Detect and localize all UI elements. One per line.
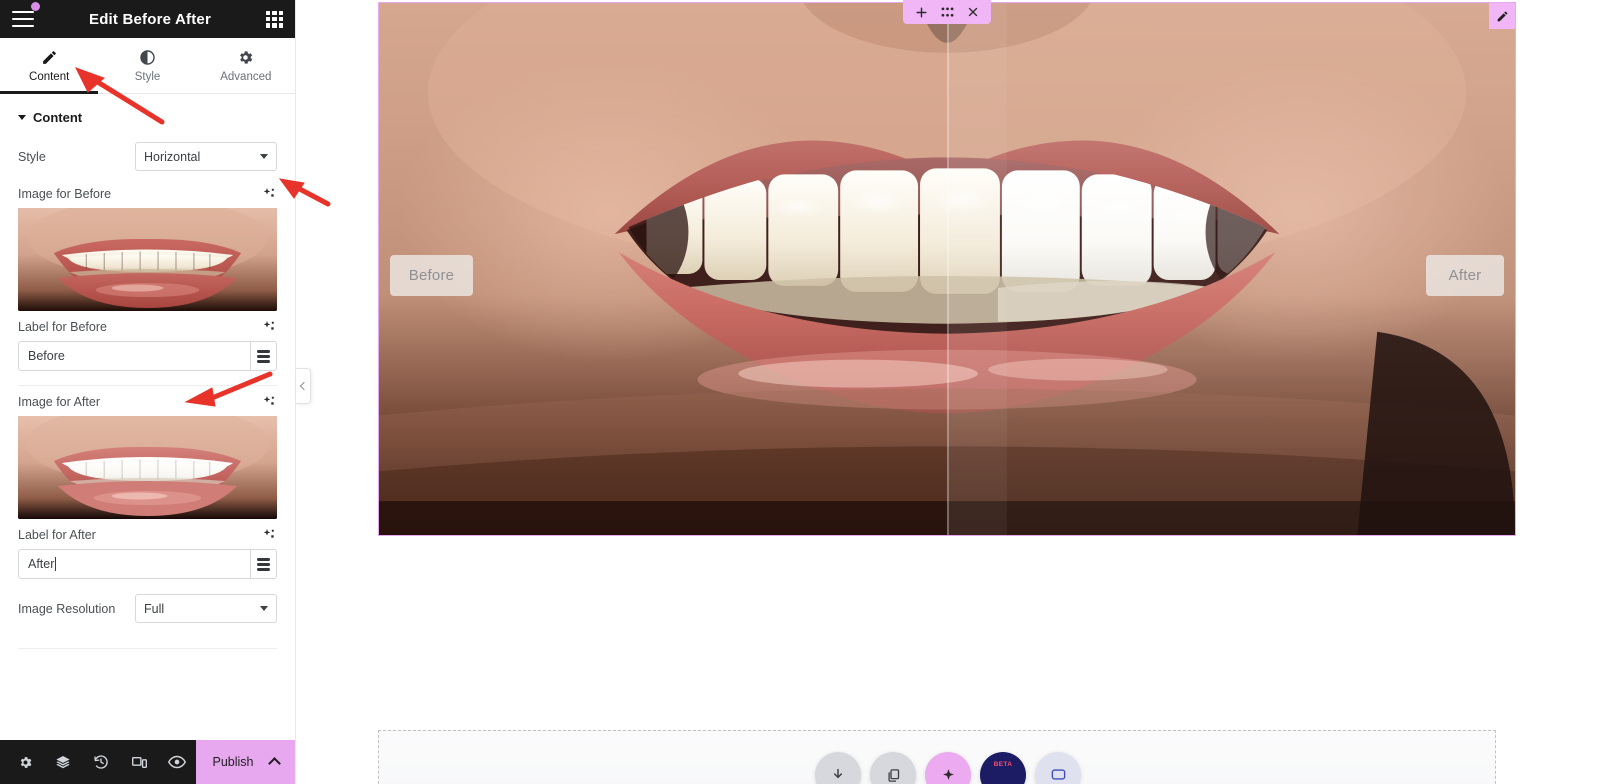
image-before-label: Image for Before	[18, 187, 112, 201]
ai-sparkle-icon[interactable]	[261, 186, 277, 202]
contrast-half-circle-icon	[139, 49, 156, 66]
download-fab[interactable]	[815, 752, 861, 784]
widget-edit-pencil-button[interactable]	[1489, 3, 1515, 29]
label-after-value: After	[28, 557, 55, 571]
image-after-header: Image for After	[0, 386, 295, 416]
ai-sparkle-icon	[942, 768, 954, 780]
footer-icon-group	[0, 740, 196, 784]
tab-content-label: Content	[29, 70, 70, 83]
control-image-resolution: Image Resolution Full	[0, 579, 295, 630]
pencil-icon	[41, 49, 58, 66]
image-resolution-select[interactable]: Full	[135, 594, 277, 623]
content-section-header[interactable]: Content	[0, 94, 295, 135]
before-after-slider-divider[interactable]	[947, 3, 949, 535]
tab-advanced[interactable]: Advanced	[197, 38, 295, 93]
field-divider	[18, 648, 277, 649]
pencil-edit-icon	[1497, 11, 1507, 21]
label-before-input[interactable]: Before	[18, 341, 250, 371]
control-style: Style Horizontal	[0, 135, 295, 178]
chevron-left-icon	[299, 381, 309, 391]
canvas-before-label-text: Before	[408, 267, 455, 284]
chevron-up-icon	[267, 757, 281, 770]
panel-title: Edit Before After	[88, 10, 212, 28]
editor-panel: Edit Before After Content Style Advanced…	[0, 0, 296, 784]
floating-action-buttons: BETA	[815, 752, 1081, 784]
after-smile-photo	[18, 416, 277, 519]
label-before-input-group: Before	[18, 341, 277, 371]
dynamic-tags-icon[interactable]	[250, 549, 277, 579]
history-revisions-icon[interactable]	[82, 740, 120, 784]
style-select-value: Horizontal	[144, 149, 201, 164]
canvas-after-label-text: After	[1448, 267, 1482, 284]
panel-tabs: Content Style Advanced	[0, 38, 295, 94]
panel-collapse-handle[interactable]	[296, 368, 311, 404]
gear-icon	[237, 49, 254, 66]
text-cursor	[55, 557, 57, 571]
canvas-before-label[interactable]: Before	[390, 255, 473, 296]
ai-fab[interactable]	[925, 752, 971, 784]
beta-badge: BETA	[993, 761, 1013, 768]
label-after-label: Label for After	[18, 528, 96, 542]
panel-body: Content Style Horizontal Image for Befor…	[0, 94, 295, 740]
label-before-header: Label for Before	[0, 311, 295, 341]
preview-eye-icon[interactable]	[158, 740, 196, 784]
image-after-thumbnail[interactable]	[18, 416, 277, 519]
ai-sparkle-icon[interactable]	[261, 394, 277, 410]
label-before-label: Label for Before	[18, 320, 107, 334]
close-x-icon[interactable]	[967, 6, 979, 18]
widget-toolbar	[903, 0, 991, 24]
image-before-header: Image for Before	[0, 178, 295, 208]
copy-icon	[887, 768, 899, 782]
before-smile-photo	[18, 208, 277, 311]
canvas-after-label[interactable]: After	[1426, 255, 1504, 296]
dynamic-tags-icon[interactable]	[250, 341, 277, 371]
tab-advanced-label: Advanced	[220, 70, 272, 83]
ai-sparkle-icon[interactable]	[261, 319, 277, 335]
style-label: Style	[18, 149, 46, 164]
label-after-input[interactable]: After	[18, 549, 250, 579]
grid-apps-icon[interactable]	[266, 10, 283, 28]
hamburger-icon[interactable]	[12, 2, 40, 27]
chevron-down-icon	[260, 154, 268, 159]
style-select[interactable]: Horizontal	[135, 142, 277, 171]
tab-style[interactable]: Style	[98, 38, 196, 93]
layers-navigator-icon[interactable]	[44, 740, 82, 784]
drag-handle-dots-icon[interactable]	[941, 6, 954, 18]
responsive-mode-icon[interactable]	[120, 740, 158, 784]
settings-gear-icon[interactable]	[6, 740, 44, 784]
chevron-down-icon	[18, 115, 26, 120]
label-after-header: Label for After	[0, 519, 295, 549]
image-before-thumbnail[interactable]	[18, 208, 277, 311]
before-after-widget[interactable]: Before After	[378, 0, 1516, 536]
chat-bubble-icon	[1051, 768, 1065, 780]
beta-fab[interactable]: BETA	[980, 752, 1026, 784]
content-section-title: Content	[33, 110, 83, 125]
panel-header: Edit Before After	[0, 0, 295, 38]
editor-canvas: Before After BETA	[296, 0, 1600, 784]
label-after-input-group: After	[18, 549, 277, 579]
publish-button[interactable]: Publish	[196, 740, 295, 784]
image-resolution-value: Full	[144, 601, 165, 616]
copy-fab[interactable]	[870, 752, 916, 784]
panel-footer: Publish	[0, 740, 295, 784]
chat-fab[interactable]	[1035, 752, 1081, 784]
image-resolution-label: Image Resolution	[18, 601, 116, 616]
label-before-value: Before	[28, 349, 65, 363]
elementor-editor-screen: Edit Before After Content Style Advanced…	[0, 0, 1600, 784]
notification-dot-icon	[31, 2, 40, 11]
plus-icon[interactable]	[915, 6, 928, 19]
ai-sparkle-icon[interactable]	[261, 527, 277, 543]
tab-style-label: Style	[134, 70, 161, 83]
publish-label: Publish	[212, 755, 254, 769]
chevron-down-icon	[260, 606, 268, 611]
tab-content[interactable]: Content	[0, 38, 99, 94]
download-icon	[833, 768, 843, 779]
image-after-label: Image for After	[18, 395, 100, 409]
